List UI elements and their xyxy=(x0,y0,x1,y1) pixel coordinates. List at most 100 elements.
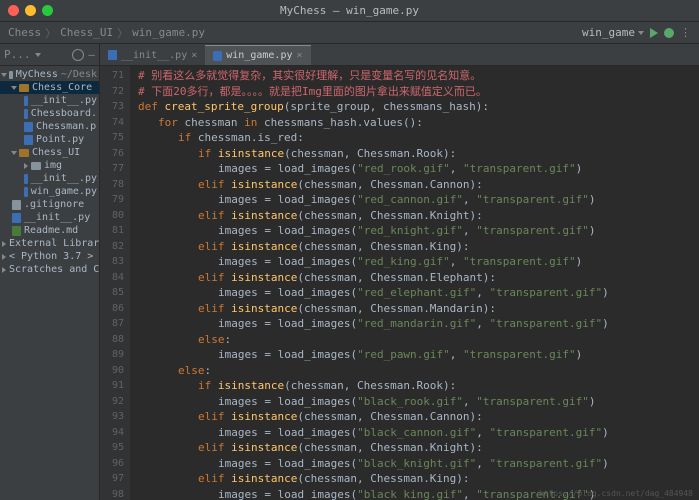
code-line[interactable]: elif isinstance(chessman, Chessman.Knigh… xyxy=(130,440,699,456)
line-number: 81 xyxy=(102,223,124,239)
code-line[interactable]: elif isinstance(chessman, Chessman.Manda… xyxy=(130,301,699,317)
run-icon[interactable] xyxy=(650,28,658,38)
line-number: 80 xyxy=(102,208,124,224)
code-line[interactable]: if chessman.is_red: xyxy=(130,130,699,146)
python-file-icon xyxy=(24,135,33,145)
line-number: 79 xyxy=(102,192,124,208)
tree-item-Point-py[interactable]: Point.py xyxy=(0,133,99,146)
more-icon[interactable]: ⋮ xyxy=(680,26,691,39)
code-line[interactable]: images = load_images("red_elephant.gif",… xyxy=(130,285,699,301)
expand-icon xyxy=(2,267,6,273)
breadcrumb-item[interactable]: win_game.py xyxy=(132,26,205,39)
chevron-down-icon[interactable] xyxy=(35,53,41,57)
code-line[interactable]: if isinstance(chessman, Chessman.Rook): xyxy=(130,378,699,394)
python-file-icon xyxy=(24,122,33,132)
code-line[interactable]: images = load_images("red_rook.gif", "tr… xyxy=(130,161,699,177)
close-icon[interactable]: × xyxy=(297,50,303,61)
external-libraries[interactable]: External Libraries xyxy=(0,237,99,250)
tree-root[interactable]: MyChess ~/Desk xyxy=(0,68,99,81)
line-number: 86 xyxy=(102,301,124,317)
editor-pane: __init__.py×win_game.py× 717273747576777… xyxy=(100,44,699,500)
breadcrumb-item[interactable]: Chess_UI xyxy=(60,26,113,39)
tab-win_game-py[interactable]: win_game.py × xyxy=(205,45,310,65)
tab-label: win_game.py xyxy=(226,50,292,61)
tree-item-__init__-py[interactable]: __init__.py xyxy=(0,94,99,107)
tree-item-win_game-py[interactable]: win_game.py xyxy=(0,185,99,198)
line-gutter: 7172737475767778798081828384858687888990… xyxy=(100,66,130,500)
code-line[interactable]: images = load_images("red_knight.gif", "… xyxy=(130,223,699,239)
window-title: MyChess – win_game.py xyxy=(280,4,419,17)
tree-item-Chess_Core[interactable]: Chess_Core xyxy=(0,81,99,94)
line-number: 94 xyxy=(102,425,124,441)
hide-icon[interactable]: — xyxy=(88,48,95,61)
code-line[interactable]: elif isinstance(chessman, Chessman.Knigh… xyxy=(130,208,699,224)
code-line[interactable]: def creat_sprite_group(sprite_group, che… xyxy=(130,99,699,115)
code-line[interactable]: if isinstance(chessman, Chessman.Rook): xyxy=(130,146,699,162)
chevron-right-icon: 〉 xyxy=(117,25,128,41)
tree-item-__init__-py[interactable]: __init__.py xyxy=(0,172,99,185)
python-env[interactable]: < Python 3.7 > xyxy=(0,250,99,263)
code-line[interactable]: elif isinstance(chessman, Chessman.Canno… xyxy=(130,409,699,425)
run-config-selector[interactable]: win_game xyxy=(582,26,644,39)
code-line[interactable]: images = load_images("red_king.gif", "tr… xyxy=(130,254,699,270)
close-window-icon[interactable] xyxy=(8,5,19,16)
line-number: 85 xyxy=(102,285,124,301)
code-line[interactable]: elif isinstance(chessman, Chessman.King)… xyxy=(130,471,699,487)
scratches[interactable]: Scratches and Con xyxy=(0,263,99,276)
code-line[interactable]: else: xyxy=(130,363,699,379)
tree-label: __init__.py xyxy=(31,173,97,184)
tree-label: Chessboard. xyxy=(31,108,97,119)
close-icon[interactable]: × xyxy=(191,50,197,61)
titlebar: MyChess – win_game.py xyxy=(0,0,699,22)
line-number: 74 xyxy=(102,115,124,131)
line-number: 87 xyxy=(102,316,124,332)
line-number: 72 xyxy=(102,84,124,100)
tree-label: __init__.py xyxy=(24,212,90,223)
markdown-file-icon xyxy=(12,226,21,236)
maximize-window-icon[interactable] xyxy=(42,5,53,16)
line-number: 89 xyxy=(102,347,124,363)
debug-icon[interactable] xyxy=(664,28,674,38)
code-line[interactable]: else: xyxy=(130,332,699,348)
project-tool-label[interactable]: P... xyxy=(4,48,31,61)
breadcrumb-item[interactable]: Chess xyxy=(8,26,41,39)
code-line[interactable]: for chessman in chessmans_hash.values(): xyxy=(130,115,699,131)
file-icon xyxy=(12,200,21,210)
tree-item--gitignore[interactable]: .gitignore xyxy=(0,198,99,211)
tree-item-Chessboard-[interactable]: Chessboard. xyxy=(0,107,99,120)
line-number: 98 xyxy=(102,487,124,500)
minimize-window-icon[interactable] xyxy=(25,5,36,16)
tree-label: MyChess xyxy=(16,69,58,80)
tab-label: __init__.py xyxy=(121,50,187,61)
line-number: 75 xyxy=(102,130,124,146)
line-number: 84 xyxy=(102,270,124,286)
code-line[interactable]: images = load_images("red_cannon.gif", "… xyxy=(130,192,699,208)
tree-label: img xyxy=(44,160,62,171)
python-file-icon xyxy=(24,174,28,184)
line-number: 77 xyxy=(102,161,124,177)
code-line[interactable]: images = load_images("black_rook.gif", "… xyxy=(130,394,699,410)
tree-item-Chessman-p[interactable]: Chessman.p xyxy=(0,120,99,133)
tree-label: Chess_Core xyxy=(32,82,92,93)
code-line[interactable]: images = load_images("black_knight.gif",… xyxy=(130,456,699,472)
gear-icon[interactable] xyxy=(72,49,84,61)
code-line[interactable]: elif isinstance(chessman, Chessman.King)… xyxy=(130,239,699,255)
code-line[interactable]: images = load_images("red_mandarin.gif",… xyxy=(130,316,699,332)
tab-__init__-py[interactable]: __init__.py × xyxy=(100,45,205,65)
code-line[interactable]: # 别看这么多就觉得复杂，其实很好理解，只是变量名写的见名知意。 xyxy=(130,68,699,84)
tree-item-Readme-md[interactable]: Readme.md xyxy=(0,224,99,237)
code-line[interactable]: # 下面20多行，都是。。。。就是把Img里面的图片拿出来赋值定义而已。 xyxy=(130,84,699,100)
tree-label: __init__.py xyxy=(31,95,97,106)
tree-item-__init__-py[interactable]: __init__.py xyxy=(0,211,99,224)
line-number: 82 xyxy=(102,239,124,255)
tree-item-Chess_UI[interactable]: Chess_UI xyxy=(0,146,99,159)
code-line[interactable]: images = load_images("red_pawn.gif", "tr… xyxy=(130,347,699,363)
code-line[interactable]: elif isinstance(chessman, Chessman.Eleph… xyxy=(130,270,699,286)
tree-item-img[interactable]: img xyxy=(0,159,99,172)
project-sidebar: P... — MyChess ~/DeskChess_Core __init__.… xyxy=(0,44,100,500)
code-lines[interactable]: # 别看这么多就觉得复杂，其实很好理解，只是变量名写的见名知意。# 下面20多行… xyxy=(130,66,699,500)
code-line[interactable]: images = load_images("black_cannon.gif",… xyxy=(130,425,699,441)
code-line[interactable]: elif isinstance(chessman, Chessman.Canno… xyxy=(130,177,699,193)
code-area[interactable]: 7172737475767778798081828384858687888990… xyxy=(100,66,699,500)
line-number: 92 xyxy=(102,394,124,410)
